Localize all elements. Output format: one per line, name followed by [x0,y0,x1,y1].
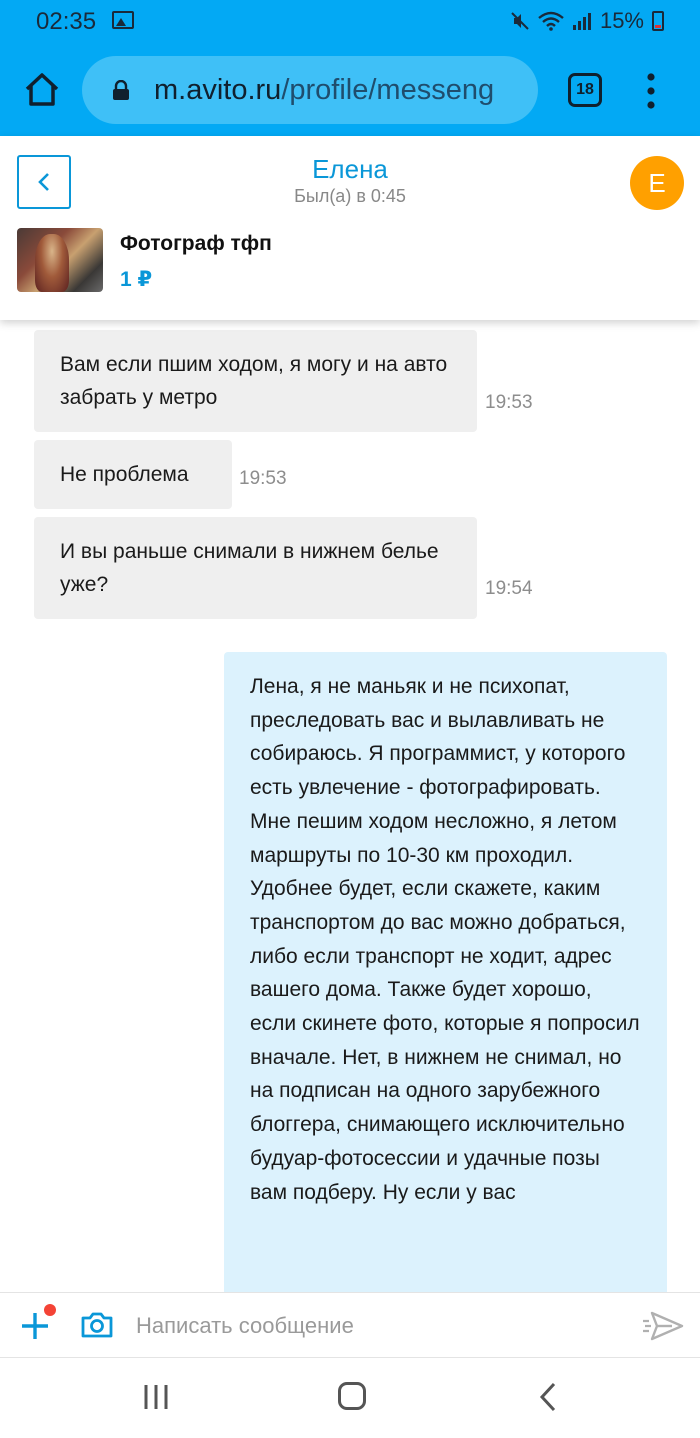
status-time: 02:35 [36,8,97,35]
avatar[interactable]: Е [630,156,684,210]
message-text: Лена, я не маньяк и не психопат, преслед… [250,675,640,1204]
listing-title[interactable]: Фотограф тфп [120,232,272,256]
system-nav-bar [0,1358,700,1438]
lock-icon [113,80,129,100]
browser-toolbar: m.avito.ru/profile/messeng 18 [0,46,700,136]
incoming-message: Не проблема [34,440,232,509]
url-path: /profile/messeng [281,74,495,106]
message-composer [0,1292,700,1358]
wifi-icon [538,11,564,31]
gallery-notification-icon [112,11,134,29]
more-menu-icon[interactable] [645,72,657,110]
message-time: 19:53 [239,468,287,489]
url-text: m.avito.ru/profile/messeng [154,74,494,107]
incoming-message: И вы раньше снимали в нижнем белье уже? [34,517,477,619]
tabs-button[interactable]: 18 [568,73,602,107]
contact-last-seen: Был(а) в 0:45 [294,186,406,206]
listing-thumbnail[interactable] [17,228,103,292]
message-time: 19:53 [485,392,533,413]
recent-apps-icon[interactable] [142,1384,170,1410]
attach-plus-icon[interactable] [20,1311,50,1341]
message-time: 19:54 [485,578,533,599]
chat-header: Елена Был(а) в 0:45 Е Фотограф тфп 1 ₽ [0,136,700,320]
contact-name[interactable]: Елена [0,154,700,185]
address-bar[interactable]: m.avito.ru/profile/messeng [82,56,538,124]
url-domain: m.avito.ru [154,74,282,106]
message-text: Не проблема [60,463,189,486]
send-icon[interactable] [642,1310,684,1342]
thumbnail-photo [35,234,69,292]
battery-icon [652,11,664,31]
mute-icon [511,12,529,30]
listing-price: 1 ₽ [120,268,153,291]
message-text: Вам если пшим ходом, я могу и на авто за… [60,353,448,409]
message-list[interactable]: Вам если пшим ходом, я могу и на авто за… [0,320,700,1292]
message-input[interactable] [136,1309,616,1343]
home-icon[interactable] [22,70,62,110]
battery-percent: 15% [599,8,644,33]
outgoing-message: Лена, я не маньяк и не психопат, преслед… [224,652,667,1292]
status-icons: 15% [510,8,664,34]
incoming-message: Вам если пшим ходом, я могу и на авто за… [34,330,477,432]
signal-icon [572,13,591,30]
back-nav-icon[interactable] [538,1382,558,1412]
camera-icon[interactable] [80,1311,114,1339]
status-bar: 02:35 15% [0,0,700,46]
notification-dot [44,1304,56,1316]
message-text: И вы раньше снимали в нижнем белье уже? [60,540,439,596]
home-nav-icon[interactable] [338,1382,366,1410]
